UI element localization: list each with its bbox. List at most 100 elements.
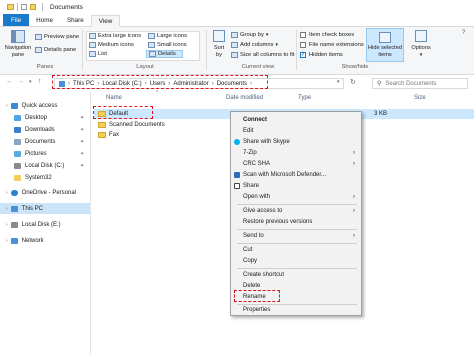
size-all-columns-button[interactable]: Size all columns to fit [231, 52, 294, 58]
menu-item-copy[interactable]: Copy [231, 256, 361, 266]
menu-item-connect[interactable]: Connect [231, 115, 361, 125]
pictures-icon [14, 150, 21, 157]
navigation-pane-button[interactable]: Navigation pane [3, 30, 33, 58]
menu-item-send-to[interactable]: Send to › [231, 231, 361, 241]
help-icon[interactable]: ? [462, 30, 465, 36]
menu-item-7zip[interactable]: 7-Zip › [231, 148, 361, 158]
preview-pane-button[interactable]: Preview pane [35, 34, 79, 40]
options-icon [415, 30, 427, 42]
tab-view[interactable]: View [90, 15, 121, 27]
chevron-right-icon[interactable]: › [6, 238, 8, 244]
extra-large-icons-option[interactable]: Extra large icons [89, 33, 141, 39]
sort-by-button[interactable]: Sort by [208, 30, 230, 58]
medium-icons-icon [89, 42, 96, 48]
nav-item-label: Quick access [21, 102, 58, 109]
hide-selected-items-button[interactable]: Hide selected items [366, 28, 404, 62]
up-icon[interactable]: ↑ [38, 78, 42, 85]
menu-item-rename[interactable]: Rename [231, 292, 361, 302]
add-columns-button[interactable]: Add columns ▾ [231, 42, 278, 48]
item-check-boxes-toggle[interactable]: Item check boxes [300, 32, 354, 38]
file-row-scanned-documents[interactable]: Scanned Documents [94, 120, 224, 130]
breadcrumb-local-disk[interactable]: Local Disk (C:) [102, 81, 141, 87]
menu-item-crc-sha[interactable]: CRC SHA › [231, 159, 361, 169]
menu-item-share-with-skype[interactable]: Share with Skype [231, 137, 361, 147]
list-option[interactable]: List [89, 51, 107, 57]
nav-item-desktop[interactable]: Desktop ✦ [0, 112, 90, 123]
back-icon[interactable]: ← [6, 78, 13, 85]
column-header-type[interactable]: Type [298, 95, 311, 101]
chevron-right-icon[interactable]: › [6, 190, 8, 196]
chevron-right-icon[interactable]: › [6, 206, 8, 212]
refresh-icon[interactable]: ↻ [350, 78, 356, 86]
nav-item-documents[interactable]: Documents ✦ [0, 136, 90, 147]
group-by-button[interactable]: Group by ▾ [231, 32, 268, 38]
menu-item-delete[interactable]: Delete [231, 281, 361, 291]
nav-item-network[interactable]: › Network [0, 235, 90, 246]
tab-home[interactable]: Home [29, 14, 60, 26]
menu-item-give-access[interactable]: Give access to › [231, 206, 361, 216]
menu-item-scan-defender[interactable]: Scan with Microsoft Defender... [231, 170, 361, 180]
large-icons-option[interactable]: Large icons [148, 33, 187, 39]
recent-locations-icon[interactable]: ▾ [29, 79, 32, 85]
small-icons-option[interactable]: Small icons [148, 42, 187, 48]
breadcrumb-this-pc[interactable]: This PC [73, 81, 94, 87]
tab-share[interactable]: Share [60, 14, 91, 26]
nav-item-pictures[interactable]: Pictures ✦ [0, 148, 90, 159]
column-header-name[interactable]: Name [106, 95, 122, 101]
nav-item-system32[interactable]: System32 [0, 172, 90, 183]
menu-item-open-with[interactable]: Open with › [231, 192, 361, 202]
size-columns-icon [231, 52, 238, 58]
breadcrumb-documents[interactable]: Documents [217, 81, 247, 87]
chevron-right-icon[interactable]: › [6, 222, 8, 228]
item-check-boxes-checkbox[interactable] [300, 32, 306, 38]
column-header-size[interactable]: Size [414, 95, 426, 101]
file-row-fax[interactable]: Fax [94, 130, 224, 140]
chevron-right-icon[interactable]: › [6, 103, 8, 109]
menu-item-edit[interactable]: Edit [231, 126, 361, 136]
defender-icon [234, 172, 240, 178]
options-button[interactable]: Options ▾ [407, 30, 435, 58]
nav-item-downloads[interactable]: Downloads ✦ [0, 124, 90, 135]
list-icon [89, 51, 96, 57]
nav-item-onedrive[interactable]: › OneDrive - Personal [0, 187, 90, 198]
forward-icon[interactable]: → [17, 78, 24, 85]
nav-item-quick-access[interactable]: › Quick access [0, 100, 90, 111]
column-header-date-modified[interactable]: Date modified [226, 95, 263, 101]
address-bar[interactable]: › This PC › Local Disk (C:) › Users › Ad… [54, 78, 344, 89]
file-name-extensions-toggle[interactable]: File name extensions [300, 42, 364, 48]
pane-divider[interactable] [90, 92, 91, 354]
menu-item-label: 7-Zip [243, 150, 257, 156]
file-name-extensions-checkbox[interactable] [300, 42, 306, 48]
nav-item-label: System32 [25, 174, 52, 181]
group-by-icon [231, 32, 238, 38]
divider [17, 3, 18, 11]
hidden-items-toggle[interactable]: ✓ Hidden items [300, 52, 343, 58]
extra-large-icons-icon [89, 33, 96, 39]
menu-item-properties[interactable]: Properties [231, 305, 361, 315]
menu-item-cut[interactable]: Cut [231, 245, 361, 255]
breadcrumb-users[interactable]: Users [150, 81, 166, 87]
new-folder-icon[interactable] [30, 4, 36, 10]
address-dropdown-icon[interactable]: ▾ [337, 79, 340, 85]
menu-item-create-shortcut[interactable]: Create shortcut [231, 270, 361, 280]
menu-item-restore-previous[interactable]: Restore previous versions [231, 217, 361, 227]
details-option[interactable]: Details [146, 50, 183, 58]
download-icon [14, 126, 21, 133]
details-pane-button[interactable]: Details pane [35, 47, 76, 53]
pc-icon [59, 80, 65, 87]
nav-item-local-disk-e[interactable]: › Local Disk (E:) [0, 219, 90, 230]
tab-file[interactable]: File [3, 14, 30, 26]
medium-icons-option[interactable]: Medium icons [89, 42, 134, 48]
properties-icon[interactable] [21, 4, 27, 10]
nav-item-this-pc[interactable]: › This PC [0, 203, 90, 214]
file-name: Fax [109, 132, 120, 138]
nav-item-local-disk-c[interactable]: Local Disk (C:) ✦ [0, 160, 90, 171]
menu-item-label: CRC SHA [243, 161, 271, 167]
chevron-right-icon: › [353, 161, 355, 167]
search-input[interactable]: ⚲ Search Documents [372, 78, 468, 89]
skype-icon [234, 139, 240, 145]
menu-item-share[interactable]: Share [231, 181, 361, 191]
hidden-items-checkbox[interactable]: ✓ [300, 52, 306, 58]
breadcrumb-separator-icon: › [68, 80, 70, 87]
breadcrumb-administrator[interactable]: Administrator [173, 81, 208, 87]
